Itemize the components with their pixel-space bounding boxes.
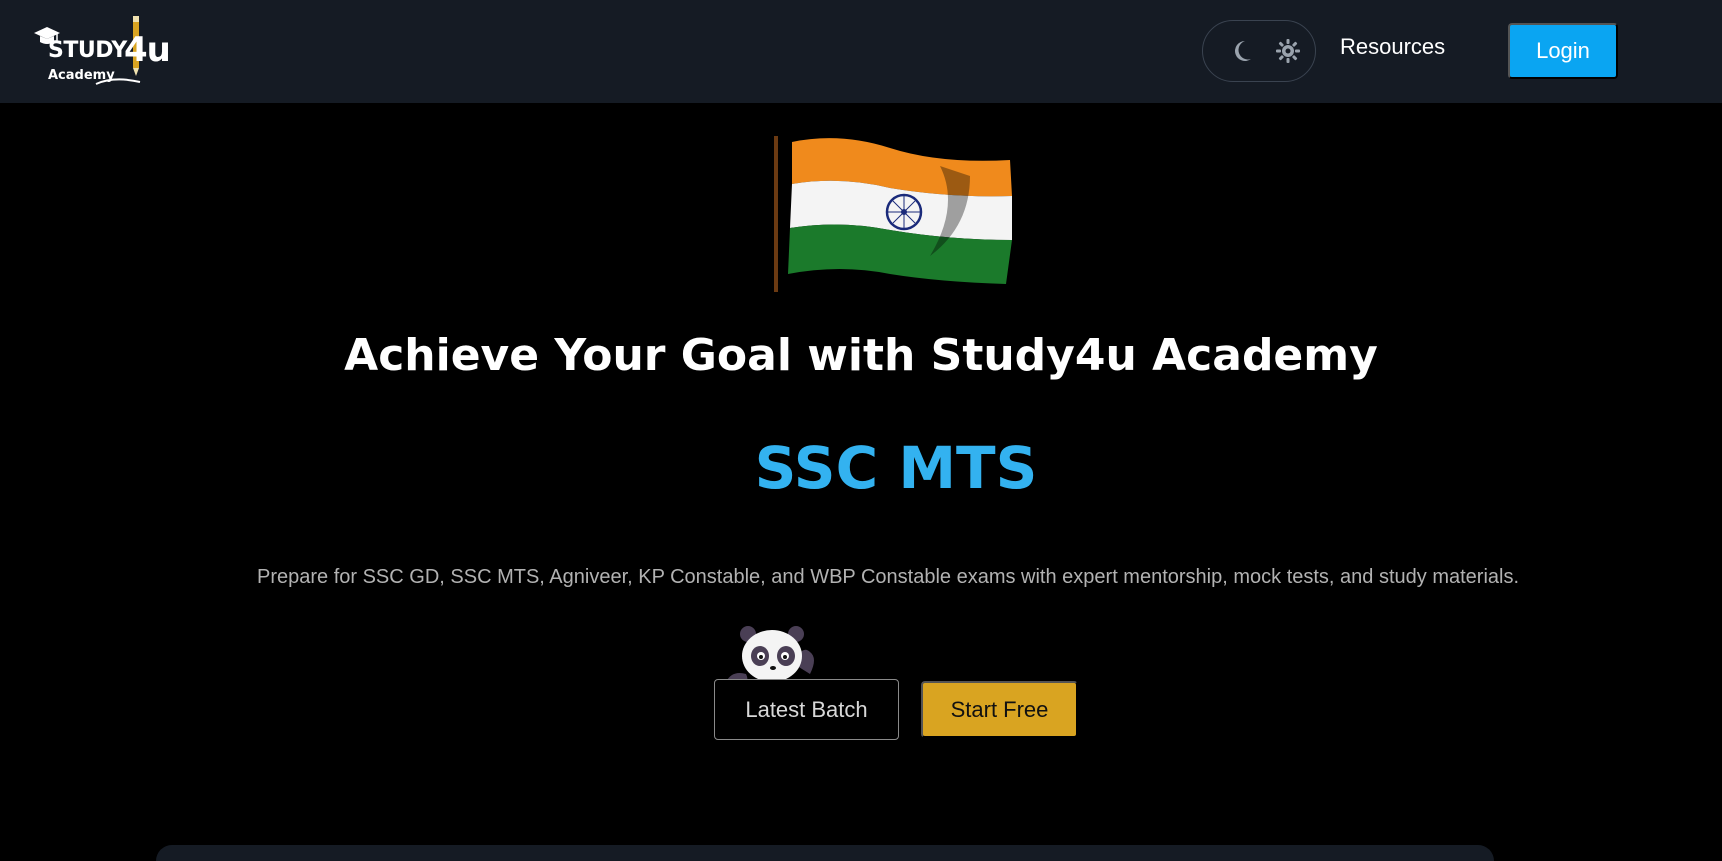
start-free-button[interactable]: Start Free: [921, 681, 1078, 738]
swoosh-icon: [95, 78, 141, 85]
theme-toggle[interactable]: [1202, 20, 1316, 82]
moon-icon[interactable]: [1231, 39, 1253, 63]
navbar: STUDY 4u Academy Resources Login: [0, 0, 1722, 103]
india-flag-icon: [774, 136, 1012, 292]
sun-icon[interactable]: [1275, 38, 1301, 64]
logo[interactable]: STUDY 4u Academy: [34, 16, 171, 88]
logo-text: STUDY: [48, 38, 127, 63]
hero-exam-highlight: SSC MTS: [754, 434, 1038, 502]
login-button[interactable]: Login: [1508, 23, 1618, 79]
panda-mascot-icon: [726, 626, 814, 686]
logo-suffix: 4u: [124, 30, 171, 70]
content-card: [156, 845, 1494, 861]
hero-headline: Achieve Your Goal with Study4u Academy: [344, 330, 1378, 381]
nav-resources-link[interactable]: Resources: [1340, 34, 1445, 60]
hero-subtitle: Prepare for SSC GD, SSC MTS, Agniveer, K…: [256, 566, 1520, 588]
latest-batch-button[interactable]: Latest Batch: [714, 679, 899, 740]
